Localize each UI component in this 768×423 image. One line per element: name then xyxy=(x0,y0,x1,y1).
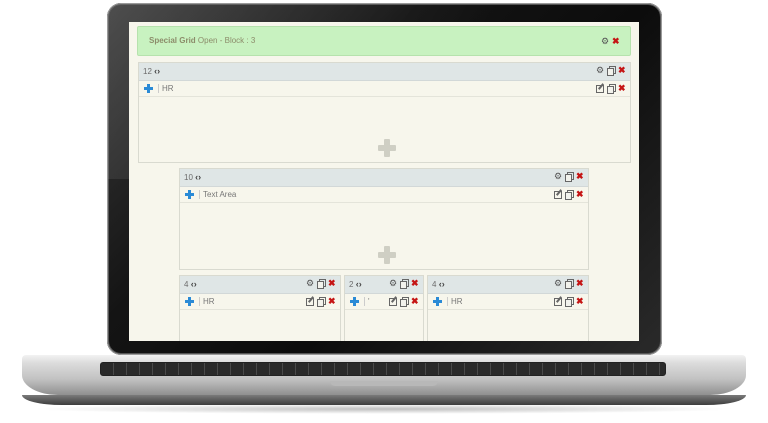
laptop-keyboard xyxy=(100,362,666,376)
edit-icon[interactable] xyxy=(554,297,563,306)
close-icon[interactable]: ✖ xyxy=(576,279,585,288)
edit-icon[interactable] xyxy=(554,190,563,199)
element-row: HR ✖ xyxy=(139,81,630,97)
grid-title-status: Open - Block : 3 xyxy=(197,36,256,45)
grid-header: Special Grid Open - Block : 3 ⚙ ✖ xyxy=(137,26,631,56)
element-label: ' xyxy=(364,297,370,306)
move-icon[interactable] xyxy=(144,84,153,93)
close-icon[interactable]: ✖ xyxy=(328,279,337,288)
copy-icon[interactable] xyxy=(565,279,574,289)
element-row: ' ✖ xyxy=(345,294,423,310)
close-icon[interactable]: ✖ xyxy=(411,279,420,288)
close-icon[interactable]: ✖ xyxy=(618,84,627,93)
copy-icon[interactable] xyxy=(565,297,574,307)
column-width-control: 4 ‹› xyxy=(432,279,445,289)
column-width-control: 10 ‹› xyxy=(184,172,201,182)
edit-icon[interactable] xyxy=(306,297,315,306)
column-actions: ⚙ ✖ xyxy=(389,279,420,289)
copy-icon[interactable] xyxy=(400,297,409,307)
copy-icon[interactable] xyxy=(607,84,616,94)
laptop-screen: Special Grid Open - Block : 3 ⚙ ✖ 12 ‹› … xyxy=(129,22,639,341)
edit-icon[interactable] xyxy=(389,297,398,306)
gear-icon[interactable]: ⚙ xyxy=(554,172,563,181)
close-icon[interactable]: ✖ xyxy=(411,297,420,306)
column-header: 12 ‹› ⚙ ✖ xyxy=(139,63,630,81)
chevron-right-icon[interactable]: › xyxy=(198,172,201,182)
column-width-value: 12 xyxy=(143,67,152,76)
move-icon[interactable] xyxy=(185,190,194,199)
element-actions: ✖ xyxy=(596,84,627,94)
chevron-right-icon[interactable]: › xyxy=(442,279,445,289)
grid-header-actions: ⚙ ✖ xyxy=(601,37,621,46)
column-width-value: 2 xyxy=(349,280,354,289)
laptop-shadow xyxy=(30,404,738,414)
column-actions: ⚙ ✖ xyxy=(306,279,337,289)
close-icon[interactable]: ✖ xyxy=(612,37,621,46)
element-label: Text Area xyxy=(199,190,236,199)
column-width-control: 4 ‹› xyxy=(184,279,197,289)
move-icon[interactable] xyxy=(433,297,442,306)
element-actions: ✖ xyxy=(554,297,585,307)
column-actions: ⚙ ✖ xyxy=(596,66,627,76)
gear-icon[interactable]: ⚙ xyxy=(389,279,398,288)
column-width-control: 2 ‹› xyxy=(349,279,362,289)
gear-icon[interactable]: ⚙ xyxy=(554,279,563,288)
edit-icon[interactable] xyxy=(596,84,605,93)
add-element-plus-icon[interactable] xyxy=(378,246,396,264)
laptop-trackpad-notch xyxy=(330,381,438,386)
element-label: HR xyxy=(158,84,174,93)
element-actions: ✖ xyxy=(389,297,420,307)
column-panel: 10 ‹› ⚙ ✖ Text Area ✖ xyxy=(179,168,589,270)
move-icon[interactable] xyxy=(185,297,194,306)
element-row: Text Area ✖ xyxy=(180,187,588,203)
column-panel: 4 ‹› ⚙ ✖ HR ✖ xyxy=(179,275,341,341)
column-width-value: 4 xyxy=(432,280,437,289)
column-panel: 2 ‹› ⚙ ✖ ' ✖ xyxy=(344,275,424,341)
laptop-base-edge xyxy=(22,395,746,405)
column-width-value: 10 xyxy=(184,173,193,182)
element-actions: ✖ xyxy=(554,190,585,200)
chevron-right-icon[interactable]: › xyxy=(359,279,362,289)
gear-icon[interactable]: ⚙ xyxy=(306,279,315,288)
gear-icon[interactable]: ⚙ xyxy=(601,37,610,46)
grid-title: Special Grid Open - Block : 3 xyxy=(149,36,255,45)
gear-icon[interactable]: ⚙ xyxy=(596,66,605,75)
copy-icon[interactable] xyxy=(317,297,326,307)
element-row: HR ✖ xyxy=(428,294,588,310)
column-panel: 12 ‹› ⚙ ✖ HR ✖ xyxy=(138,62,631,163)
close-icon[interactable]: ✖ xyxy=(576,190,585,199)
column-actions: ⚙ ✖ xyxy=(554,172,585,182)
grid-title-name: Special Grid xyxy=(149,36,196,45)
copy-icon[interactable] xyxy=(565,172,574,182)
element-row: HR ✖ xyxy=(180,294,340,310)
column-width-value: 4 xyxy=(184,280,189,289)
close-icon[interactable]: ✖ xyxy=(576,297,585,306)
copy-icon[interactable] xyxy=(607,66,616,76)
column-actions: ⚙ ✖ xyxy=(554,279,585,289)
column-width-control: 12 ‹› xyxy=(143,66,160,76)
copy-icon[interactable] xyxy=(317,279,326,289)
add-element-plus-icon[interactable] xyxy=(378,139,396,157)
move-icon[interactable] xyxy=(350,297,359,306)
column-header: 4 ‹› ⚙ ✖ xyxy=(428,276,588,294)
close-icon[interactable]: ✖ xyxy=(576,172,585,181)
close-icon[interactable]: ✖ xyxy=(328,297,337,306)
copy-icon[interactable] xyxy=(400,279,409,289)
column-panel: 4 ‹› ⚙ ✖ HR ✖ xyxy=(427,275,589,341)
column-header: 10 ‹› ⚙ ✖ xyxy=(180,169,588,187)
chevron-right-icon[interactable]: › xyxy=(194,279,197,289)
column-header: 4 ‹› ⚙ ✖ xyxy=(180,276,340,294)
chevron-right-icon[interactable]: › xyxy=(157,66,160,76)
element-label: HR xyxy=(447,297,463,306)
column-header: 2 ‹› ⚙ ✖ xyxy=(345,276,423,294)
close-icon[interactable]: ✖ xyxy=(618,66,627,75)
copy-icon[interactable] xyxy=(565,190,574,200)
element-label: HR xyxy=(199,297,215,306)
element-actions: ✖ xyxy=(306,297,337,307)
